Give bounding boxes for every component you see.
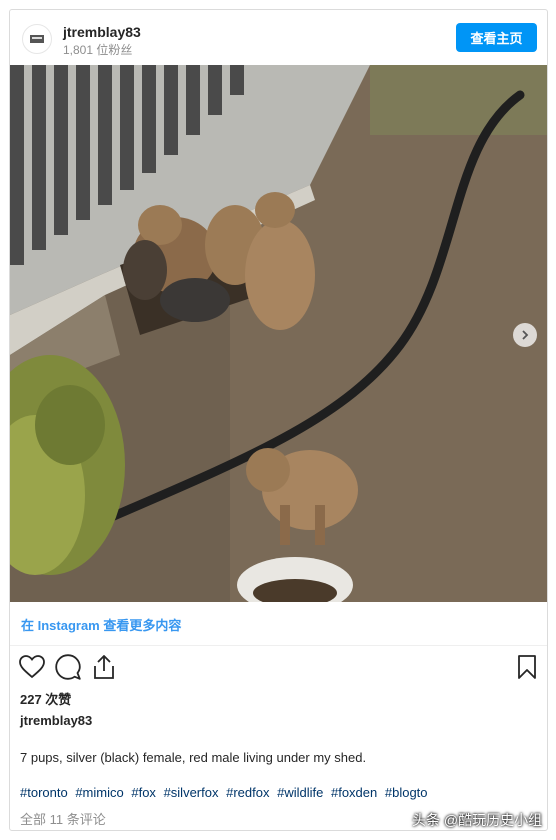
post-header: jtremblay83 1,801 位粉丝 查看主页	[10, 10, 547, 66]
heart-icon	[19, 655, 45, 679]
view-profile-button[interactable]: 查看主页	[456, 23, 537, 52]
view-all-comments-link[interactable]: 全部 11 条评论	[20, 809, 106, 828]
comment-button[interactable]	[54, 653, 82, 681]
bookmark-icon	[518, 655, 536, 679]
avatar-logo-icon	[30, 35, 44, 43]
action-bar	[10, 653, 547, 683]
hashtag-link[interactable]: #toronto	[20, 785, 68, 800]
caption-text: 7 pups, silver (black) female, red male …	[20, 750, 367, 765]
caption-author[interactable]: jtremblay83	[20, 713, 92, 728]
hashtag-link[interactable]: #mimico	[75, 785, 123, 800]
fox-pups-image	[10, 65, 547, 602]
hashtag-list: #toronto #mimico #fox #silverfox #redfox…	[20, 785, 432, 800]
share-icon	[94, 655, 114, 679]
save-button[interactable]	[513, 653, 541, 681]
carousel-next-button[interactable]	[513, 323, 537, 347]
follower-count: 1,801 位粉丝	[63, 43, 133, 57]
post-photo[interactable]	[10, 65, 547, 602]
comment-icon	[55, 654, 81, 680]
watermark: 头条 @酷玩历史小组	[412, 812, 543, 828]
hashtag-link[interactable]: #foxden	[331, 785, 377, 800]
instagram-embed-card: jtremblay83 1,801 位粉丝 查看主页 在 Instagram 查…	[9, 9, 548, 831]
hashtag-link[interactable]: #silverfox	[164, 785, 219, 800]
like-count[interactable]: 227 次赞	[20, 689, 71, 708]
hashtag-link[interactable]: #fox	[131, 785, 156, 800]
header-username[interactable]: jtremblay83	[63, 24, 141, 40]
hashtag-link[interactable]: #blogto	[385, 785, 428, 800]
chevron-right-icon	[522, 330, 529, 340]
hashtag-link[interactable]: #redfox	[226, 785, 269, 800]
hashtag-link[interactable]: #wildlife	[277, 785, 323, 800]
like-button[interactable]	[18, 653, 46, 681]
share-button[interactable]	[90, 653, 118, 681]
view-more-link[interactable]: 在 Instagram 查看更多内容	[10, 602, 547, 646]
avatar[interactable]	[22, 24, 52, 54]
